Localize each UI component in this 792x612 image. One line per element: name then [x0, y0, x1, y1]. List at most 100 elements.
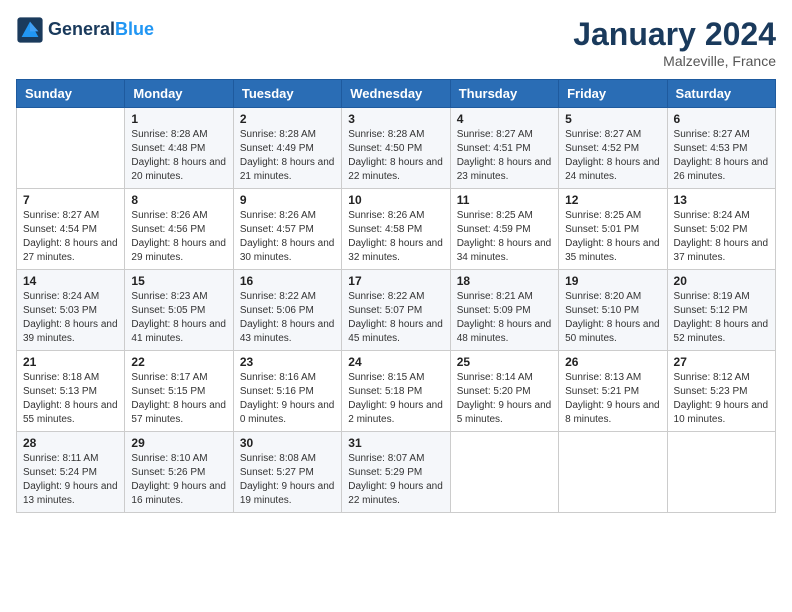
week-row-2: 7 Sunrise: 8:27 AM Sunset: 4:54 PM Daylig… [17, 189, 776, 270]
col-header-tuesday: Tuesday [233, 80, 341, 108]
day-content: Sunrise: 8:26 AM Sunset: 4:56 PM Dayligh… [131, 209, 226, 265]
calendar-cell: 5Sunrise: 8:27 AM Sunset: 4:52 PM Daylig… [559, 108, 667, 189]
calendar-cell: 12Sunrise: 8:25 AM Sunset: 5:01 PM Dayli… [559, 189, 667, 270]
col-header-friday: Friday [559, 80, 667, 108]
day-content: Sunrise: 8:16 AM Sunset: 5:16 PM Dayligh… [240, 371, 335, 427]
logo-text: GeneralBlue [48, 20, 154, 40]
month-title: January 2024 [573, 16, 776, 53]
day-content: Sunrise: 8:24 AM Sunset: 5:02 PM Dayligh… [674, 209, 769, 265]
day-content: Sunrise: 8:10 AM Sunset: 5:26 PM Dayligh… [131, 452, 226, 508]
calendar-cell: 11Sunrise: 8:25 AM Sunset: 4:59 PM Dayli… [450, 189, 558, 270]
calendar-cell: 18Sunrise: 8:21 AM Sunset: 5:09 PM Dayli… [450, 270, 558, 351]
day-number: 24 [348, 355, 443, 369]
calendar-cell: 28 Sunrise: 8:11 AM Sunset: 5:24 PM Dayli… [17, 432, 125, 513]
calendar-cell: 29 Sunrise: 8:10 AM Sunset: 5:26 PM Dayli… [125, 432, 233, 513]
col-header-saturday: Saturday [667, 80, 775, 108]
day-number: 1 [131, 112, 226, 126]
day-content: Sunrise: 8:17 AM Sunset: 5:15 PM Dayligh… [131, 371, 226, 427]
day-number: 27 [674, 355, 769, 369]
day-number: 31 [348, 436, 443, 450]
day-number: 19 [565, 274, 660, 288]
calendar-cell: 8 Sunrise: 8:26 AM Sunset: 4:56 PM Daylig… [125, 189, 233, 270]
day-number: 6 [674, 112, 769, 126]
calendar-table: SundayMondayTuesdayWednesdayThursdayFrid… [16, 79, 776, 513]
logo-icon [16, 16, 44, 44]
location-text: Malzeville, France [573, 53, 776, 69]
calendar-cell: 25Sunrise: 8:14 AM Sunset: 5:20 PM Dayli… [450, 351, 558, 432]
day-content: Sunrise: 8:11 AM Sunset: 5:24 PM Dayligh… [23, 452, 118, 508]
calendar-cell: 14Sunrise: 8:24 AM Sunset: 5:03 PM Dayli… [17, 270, 125, 351]
day-content: Sunrise: 8:24 AM Sunset: 5:03 PM Dayligh… [23, 290, 118, 346]
title-block: January 2024 Malzeville, France [573, 16, 776, 69]
calendar-cell: 2Sunrise: 8:28 AM Sunset: 4:49 PM Daylig… [233, 108, 341, 189]
day-number: 20 [674, 274, 769, 288]
calendar-cell: 22 Sunrise: 8:17 AM Sunset: 5:15 PM Dayli… [125, 351, 233, 432]
day-content: Sunrise: 8:26 AM Sunset: 4:57 PM Dayligh… [240, 209, 335, 265]
calendar-cell: 30 Sunrise: 8:08 AM Sunset: 5:27 PM Dayli… [233, 432, 341, 513]
day-content: Sunrise: 8:28 AM Sunset: 4:50 PM Dayligh… [348, 128, 443, 184]
calendar-cell: 24Sunrise: 8:15 AM Sunset: 5:18 PM Dayli… [342, 351, 450, 432]
calendar-cell: 6 Sunrise: 8:27 AM Sunset: 4:53 PM Daylig… [667, 108, 775, 189]
day-number: 9 [240, 193, 335, 207]
calendar-header-row: SundayMondayTuesdayWednesdayThursdayFrid… [17, 80, 776, 108]
day-content: Sunrise: 8:07 AM Sunset: 5:29 PM Dayligh… [348, 452, 443, 508]
day-number: 3 [348, 112, 443, 126]
day-number: 7 [23, 193, 118, 207]
day-content: Sunrise: 8:22 AM Sunset: 5:07 PM Dayligh… [348, 290, 443, 346]
day-number: 29 [131, 436, 226, 450]
day-content: Sunrise: 8:08 AM Sunset: 5:27 PM Dayligh… [240, 452, 335, 508]
day-number: 18 [457, 274, 552, 288]
calendar-cell: 7 Sunrise: 8:27 AM Sunset: 4:54 PM Daylig… [17, 189, 125, 270]
day-number: 30 [240, 436, 335, 450]
calendar-cell: 23 Sunrise: 8:16 AM Sunset: 5:16 PM Dayli… [233, 351, 341, 432]
day-content: Sunrise: 8:27 AM Sunset: 4:54 PM Dayligh… [23, 209, 118, 265]
col-header-sunday: Sunday [17, 80, 125, 108]
page-header: GeneralBlue January 2024 Malzeville, Fra… [16, 16, 776, 69]
week-row-4: 21 Sunrise: 8:18 AM Sunset: 5:13 PM Dayli… [17, 351, 776, 432]
day-number: 17 [348, 274, 443, 288]
calendar-cell: 10 Sunrise: 8:26 AM Sunset: 4:58 PM Dayli… [342, 189, 450, 270]
day-number: 28 [23, 436, 118, 450]
week-row-5: 28 Sunrise: 8:11 AM Sunset: 5:24 PM Dayli… [17, 432, 776, 513]
day-content: Sunrise: 8:18 AM Sunset: 5:13 PM Dayligh… [23, 371, 118, 427]
day-number: 15 [131, 274, 226, 288]
day-content: Sunrise: 8:26 AM Sunset: 4:58 PM Dayligh… [348, 209, 443, 265]
day-content: Sunrise: 8:22 AM Sunset: 5:06 PM Dayligh… [240, 290, 335, 346]
calendar-cell [450, 432, 558, 513]
calendar-cell: 20 Sunrise: 8:19 AM Sunset: 5:12 PM Dayli… [667, 270, 775, 351]
day-content: Sunrise: 8:23 AM Sunset: 5:05 PM Dayligh… [131, 290, 226, 346]
day-content: Sunrise: 8:27 AM Sunset: 4:51 PM Dayligh… [457, 128, 552, 184]
week-row-1: 1Sunrise: 8:28 AM Sunset: 4:48 PM Daylig… [17, 108, 776, 189]
day-content: Sunrise: 8:27 AM Sunset: 4:52 PM Dayligh… [565, 128, 660, 184]
day-number: 23 [240, 355, 335, 369]
week-row-3: 14Sunrise: 8:24 AM Sunset: 5:03 PM Dayli… [17, 270, 776, 351]
day-content: Sunrise: 8:14 AM Sunset: 5:20 PM Dayligh… [457, 371, 552, 427]
day-content: Sunrise: 8:25 AM Sunset: 4:59 PM Dayligh… [457, 209, 552, 265]
calendar-cell [667, 432, 775, 513]
calendar-cell: 9 Sunrise: 8:26 AM Sunset: 4:57 PM Daylig… [233, 189, 341, 270]
day-number: 16 [240, 274, 335, 288]
calendar-cell: 4 Sunrise: 8:27 AM Sunset: 4:51 PM Daylig… [450, 108, 558, 189]
day-content: Sunrise: 8:20 AM Sunset: 5:10 PM Dayligh… [565, 290, 660, 346]
calendar-cell: 17 Sunrise: 8:22 AM Sunset: 5:07 PM Dayli… [342, 270, 450, 351]
calendar-cell: 1Sunrise: 8:28 AM Sunset: 4:48 PM Daylig… [125, 108, 233, 189]
col-header-thursday: Thursday [450, 80, 558, 108]
day-number: 22 [131, 355, 226, 369]
calendar-cell: 19 Sunrise: 8:20 AM Sunset: 5:10 PM Dayli… [559, 270, 667, 351]
day-number: 4 [457, 112, 552, 126]
day-content: Sunrise: 8:19 AM Sunset: 5:12 PM Dayligh… [674, 290, 769, 346]
day-content: Sunrise: 8:13 AM Sunset: 5:21 PM Dayligh… [565, 371, 660, 427]
calendar-cell: 15 Sunrise: 8:23 AM Sunset: 5:05 PM Dayli… [125, 270, 233, 351]
day-number: 21 [23, 355, 118, 369]
calendar-cell: 3 Sunrise: 8:28 AM Sunset: 4:50 PM Daylig… [342, 108, 450, 189]
day-number: 13 [674, 193, 769, 207]
day-content: Sunrise: 8:27 AM Sunset: 4:53 PM Dayligh… [674, 128, 769, 184]
calendar-cell: 27Sunrise: 8:12 AM Sunset: 5:23 PM Dayli… [667, 351, 775, 432]
day-number: 10 [348, 193, 443, 207]
day-number: 8 [131, 193, 226, 207]
calendar-cell [559, 432, 667, 513]
day-number: 12 [565, 193, 660, 207]
day-number: 26 [565, 355, 660, 369]
day-number: 2 [240, 112, 335, 126]
calendar-cell: 13 Sunrise: 8:24 AM Sunset: 5:02 PM Dayli… [667, 189, 775, 270]
